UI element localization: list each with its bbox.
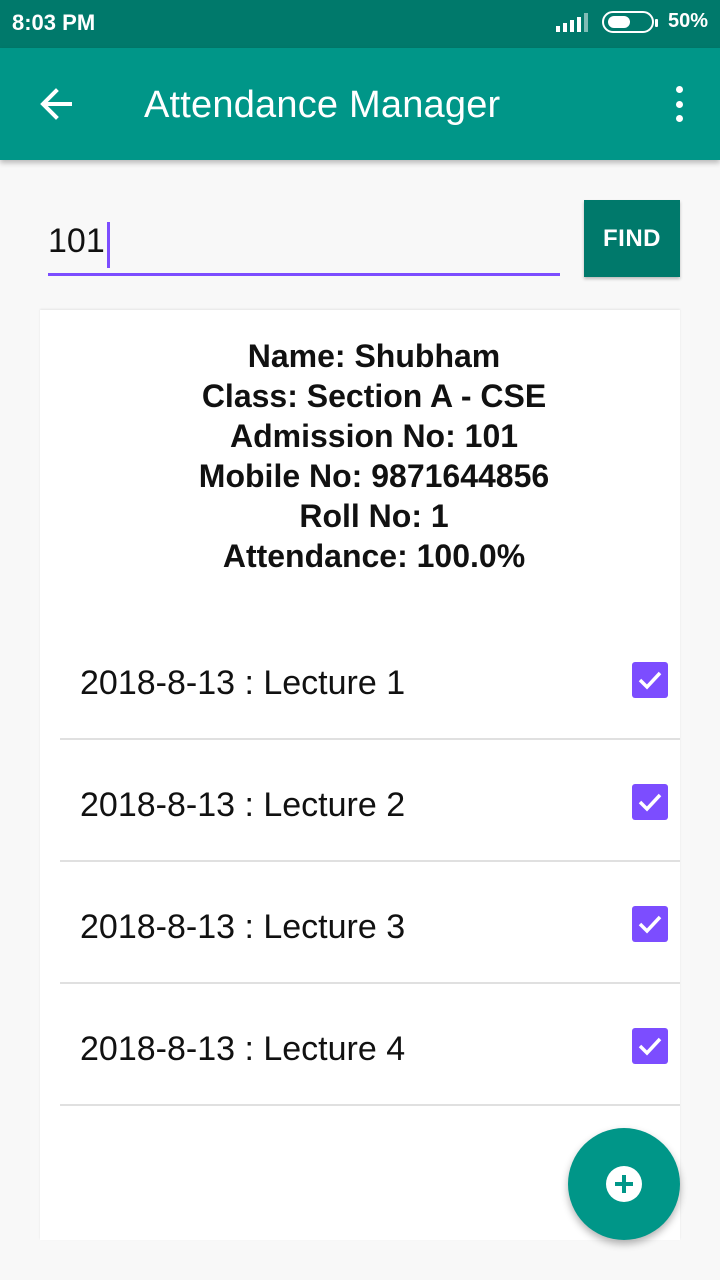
text-cursor [107, 222, 110, 268]
battery-percent: 50% [667, 10, 708, 32]
lecture-label: 2018-8-13 : Lecture 3 [80, 908, 406, 946]
lecture-item: 2018-8-13 : Lecture 1 [60, 618, 680, 740]
student-class: Class: Section A - CSE [201, 378, 547, 414]
check-icon [638, 1037, 662, 1056]
check-icon [638, 793, 662, 812]
signal-icon [555, 12, 588, 32]
app-bar: Attendance Manager [0, 48, 720, 160]
back-button[interactable] [36, 84, 76, 124]
add-circle-icon [606, 1166, 642, 1202]
lecture-label: 2018-8-13 : Lecture 2 [80, 786, 406, 824]
battery-icon [601, 10, 658, 33]
student-admission: Admission No: 101 [229, 418, 519, 454]
student-name: Name: Shubham [247, 338, 501, 374]
lecture-list: 2018-8-13 : Lecture 1 2018-8-13 : Lectur… [60, 618, 680, 1106]
lecture-item: 2018-8-13 : Lecture 3 [60, 862, 680, 984]
admission-search-input[interactable] [48, 216, 560, 276]
lecture-checkbox[interactable] [632, 662, 668, 698]
lecture-item: 2018-8-13 : Lecture 2 [60, 740, 680, 862]
student-card: Name: Shubham Class: Section A - CSE Adm… [40, 310, 680, 1240]
lecture-checkbox[interactable] [632, 906, 668, 942]
student-roll: Roll No: 1 [299, 498, 449, 534]
status-icons: 50% [555, 10, 708, 33]
student-mobile: Mobile No: 9871644856 [198, 458, 550, 494]
find-button[interactable]: FIND [584, 200, 680, 277]
lecture-checkbox[interactable] [632, 1028, 668, 1064]
status-time: 8:03 PM [12, 10, 96, 35]
arrow-back-icon [40, 88, 72, 120]
add-button[interactable] [568, 1128, 680, 1240]
more-vert-icon[interactable] [674, 86, 684, 122]
lecture-label: 2018-8-13 : Lecture 4 [80, 1030, 406, 1068]
student-attendance: Attendance: 100.0% [222, 538, 526, 574]
check-icon [638, 915, 662, 934]
lecture-label: 2018-8-13 : Lecture 1 [80, 664, 406, 702]
lecture-checkbox[interactable] [632, 784, 668, 820]
student-info: Name: Shubham Class: Section A - CSE Adm… [40, 336, 708, 576]
status-bar: 8:03 PM 50% [0, 0, 720, 48]
lecture-item: 2018-8-13 : Lecture 4 [60, 984, 680, 1106]
check-icon [638, 671, 662, 690]
page-title: Attendance Manager [144, 84, 501, 126]
